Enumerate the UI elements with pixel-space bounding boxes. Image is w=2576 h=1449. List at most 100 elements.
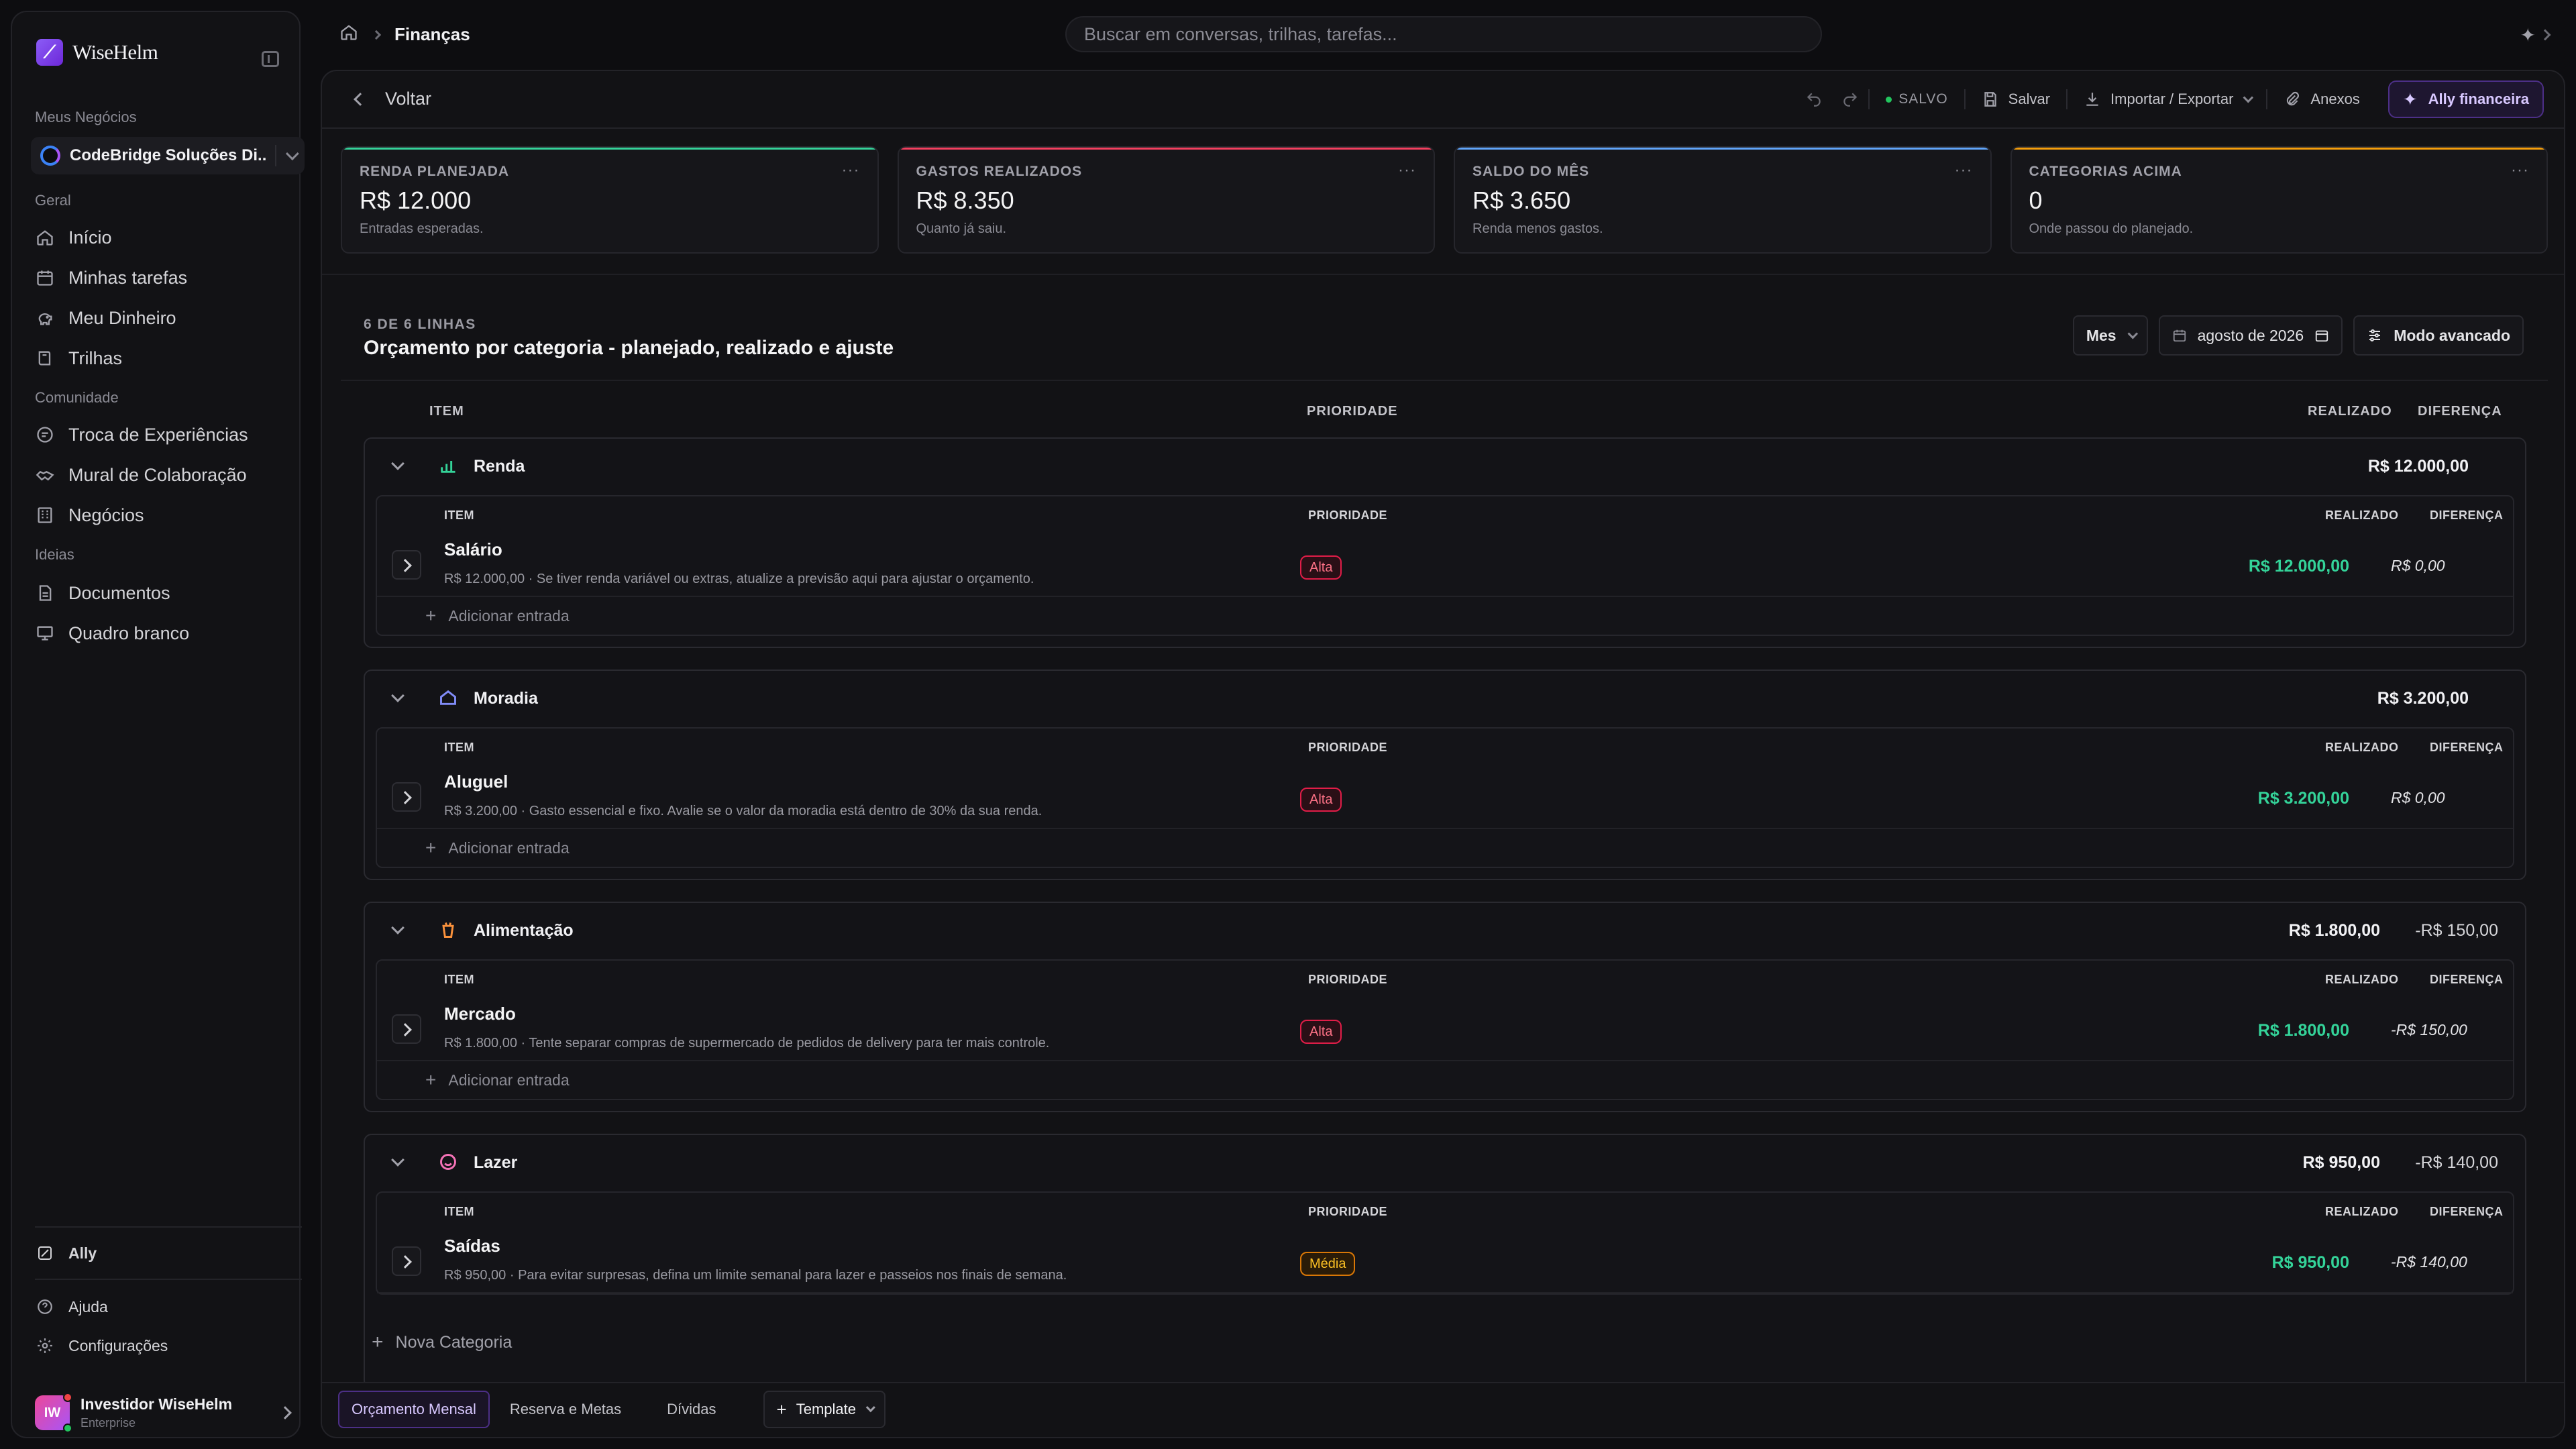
card-subtitle: Entradas esperadas. bbox=[360, 221, 484, 236]
home-icon bbox=[35, 227, 55, 248]
business-select[interactable]: CodeBridge Soluções Di... bbox=[31, 137, 305, 174]
sidebar-item-dinheiro[interactable]: Meu Dinheiro bbox=[35, 305, 176, 331]
sidebar-item-documentos[interactable]: Documentos bbox=[35, 580, 170, 606]
item-realized[interactable]: R$ 12.000,00 bbox=[2249, 557, 2349, 576]
sidebar-collapse-icon[interactable] bbox=[262, 51, 279, 67]
chevron-down-icon bbox=[285, 147, 299, 161]
priority-badge[interactable]: Alta bbox=[1300, 555, 1342, 580]
more-icon[interactable]: ··· bbox=[1955, 161, 1973, 180]
sidebar-item-label: Ajuda bbox=[68, 1297, 108, 1316]
category-header[interactable]: Moradia R$ 3.200,00 bbox=[365, 671, 2525, 727]
sparkle-icon[interactable]: ✦ bbox=[2520, 24, 2536, 46]
category-group: Lazer R$ 950,00 -R$ 140,00 ITEM PRIORIDA… bbox=[364, 1134, 2526, 1389]
more-icon[interactable]: ··· bbox=[2511, 161, 2529, 180]
add-entry-button[interactable]: + Adicionar entrada bbox=[377, 1061, 2513, 1099]
category-header[interactable]: Renda R$ 12.000,00 bbox=[365, 439, 2525, 495]
expand-row-button[interactable] bbox=[392, 550, 421, 580]
chat-icon bbox=[35, 425, 55, 445]
item-realized[interactable]: R$ 1.800,00 bbox=[2258, 1021, 2349, 1040]
ally-finance-button[interactable]: ✦ Ally financeira bbox=[2387, 80, 2544, 118]
sidebar-item-mural[interactable]: Mural de Colaboração bbox=[35, 462, 247, 488]
notification-dot bbox=[63, 1393, 72, 1402]
more-icon[interactable]: ··· bbox=[1398, 161, 1416, 180]
expand-row-button[interactable] bbox=[392, 782, 421, 812]
redo-button[interactable] bbox=[1832, 79, 1868, 119]
undo-button[interactable] bbox=[1796, 79, 1832, 119]
sidebar-item-quadro[interactable]: Quadro branco bbox=[35, 620, 189, 647]
date-value: agosto de 2026 bbox=[2197, 326, 2304, 344]
calendar-icon bbox=[2173, 329, 2186, 342]
home-icon[interactable] bbox=[339, 23, 358, 46]
item-realized[interactable]: R$ 950,00 bbox=[2272, 1253, 2349, 1273]
sidebar-item-negocios[interactable]: Negócios bbox=[35, 502, 144, 529]
category-name: Renda bbox=[474, 457, 525, 476]
expand-row-button[interactable] bbox=[392, 1246, 421, 1276]
save-button[interactable]: Salvar bbox=[1966, 79, 2066, 119]
category-difference: -R$ 150,00 bbox=[2415, 921, 2498, 940]
priority-badge[interactable]: Alta bbox=[1300, 1020, 1342, 1044]
items-header: ITEM PRIORIDADE REALIZADO DIFERENÇA bbox=[377, 961, 2513, 998]
add-entry-button[interactable]: + Adicionar entrada bbox=[377, 829, 2513, 867]
tab-debts[interactable]: Dívidas bbox=[655, 1391, 728, 1428]
table-row[interactable]: Saídas R$ 950,00 · Para evitar surpresas… bbox=[377, 1230, 2513, 1293]
sidebar-item-ally[interactable]: Ally bbox=[35, 1240, 97, 1267]
priority-badge[interactable]: Alta bbox=[1300, 788, 1342, 812]
logo[interactable]: ⟋ WiseHelm bbox=[36, 39, 158, 66]
calendar-icon bbox=[35, 268, 55, 288]
more-icon[interactable]: ··· bbox=[842, 161, 860, 180]
category-header[interactable]: Alimentação R$ 1.800,00 -R$ 150,00 bbox=[365, 903, 2525, 959]
rows-count: 6 DE 6 LINHAS bbox=[364, 317, 476, 332]
whiteboard-icon bbox=[35, 623, 55, 643]
date-picker[interactable]: agosto de 2026 bbox=[2158, 315, 2343, 356]
sidebar-item-help[interactable]: Ajuda bbox=[35, 1293, 108, 1320]
category-total: R$ 950,00 bbox=[2302, 1153, 2380, 1172]
card-accent bbox=[1455, 148, 1990, 150]
add-entry-button[interactable]: + Adicionar entrada bbox=[377, 597, 2513, 635]
chevron-down-icon[interactable] bbox=[391, 1153, 405, 1167]
chevron-down-icon[interactable] bbox=[391, 921, 405, 934]
card-subtitle: Renda menos gastos. bbox=[1472, 221, 1603, 236]
priority-badge[interactable]: Média bbox=[1300, 1252, 1356, 1276]
toolbar: Voltar SALVO Salvar Importar / Exportar … bbox=[322, 71, 2564, 129]
column-header-item: ITEM bbox=[444, 1205, 474, 1218]
sidebar-item-settings[interactable]: Configurações bbox=[35, 1332, 168, 1359]
section-label-geral: Geral bbox=[35, 192, 71, 209]
table-row[interactable]: Mercado R$ 1.800,00 · Tente separar comp… bbox=[377, 998, 2513, 1061]
chevron-right-icon[interactable] bbox=[2539, 29, 2551, 41]
import-export-button[interactable]: Importar / Exportar bbox=[2068, 79, 2266, 119]
category-header[interactable]: Lazer R$ 950,00 -R$ 140,00 bbox=[365, 1135, 2525, 1191]
chevron-down-icon[interactable] bbox=[391, 457, 405, 470]
help-icon bbox=[35, 1297, 55, 1317]
advanced-mode-button[interactable]: Modo avancado bbox=[2353, 315, 2524, 356]
user-menu[interactable]: IW Investidor WiseHelm Enterprise bbox=[35, 1393, 292, 1433]
back-button[interactable]: Voltar bbox=[354, 89, 431, 109]
add-entry-label: Adicionar entrada bbox=[448, 839, 570, 857]
chevron-down-icon[interactable] bbox=[391, 689, 405, 702]
category-total: R$ 12.000,00 bbox=[2367, 457, 2469, 476]
category-name: Alimentação bbox=[474, 921, 574, 940]
new-category-button[interactable]: + Nova Categoria bbox=[372, 1331, 512, 1354]
expand-row-button[interactable] bbox=[392, 1014, 421, 1044]
save-label: Salvar bbox=[2008, 91, 2051, 107]
avatar: IW bbox=[35, 1393, 72, 1433]
search-input[interactable] bbox=[1065, 16, 1822, 52]
item-realized[interactable]: R$ 3.200,00 bbox=[2258, 789, 2349, 808]
period-select[interactable]: Mes bbox=[2072, 315, 2148, 356]
plus-icon: + bbox=[425, 1069, 437, 1090]
online-status-dot bbox=[63, 1424, 72, 1433]
table-row[interactable]: Salário R$ 12.000,00 · Se tiver renda va… bbox=[377, 534, 2513, 597]
table-row[interactable]: Aluguel R$ 3.200,00 · Gasto essencial e … bbox=[377, 766, 2513, 829]
tab-monthly-budget[interactable]: Orçamento Mensal bbox=[338, 1391, 490, 1428]
tab-reserve-goals[interactable]: Reserva e Metas bbox=[498, 1391, 633, 1428]
item-difference: R$ 0,00 bbox=[2391, 557, 2445, 574]
sidebar-item-tarefas[interactable]: Minhas tarefas bbox=[35, 264, 187, 291]
sidebar-item-troca[interactable]: Troca de Experiências bbox=[35, 421, 248, 448]
item-difference: -R$ 140,00 bbox=[2391, 1253, 2467, 1271]
template-button[interactable]: + Template bbox=[763, 1391, 885, 1428]
tabs: Orçamento Mensal Reserva e Metas Dívidas… bbox=[338, 1391, 885, 1428]
sidebar-item-inicio[interactable]: Início bbox=[35, 224, 112, 251]
sidebar-item-label: Quadro branco bbox=[68, 623, 190, 643]
section-title: Orçamento por categoria - planejado, rea… bbox=[364, 337, 894, 359]
sidebar-item-trilhas[interactable]: Trilhas bbox=[35, 345, 122, 372]
attachments-button[interactable]: Anexos bbox=[2267, 79, 2375, 119]
